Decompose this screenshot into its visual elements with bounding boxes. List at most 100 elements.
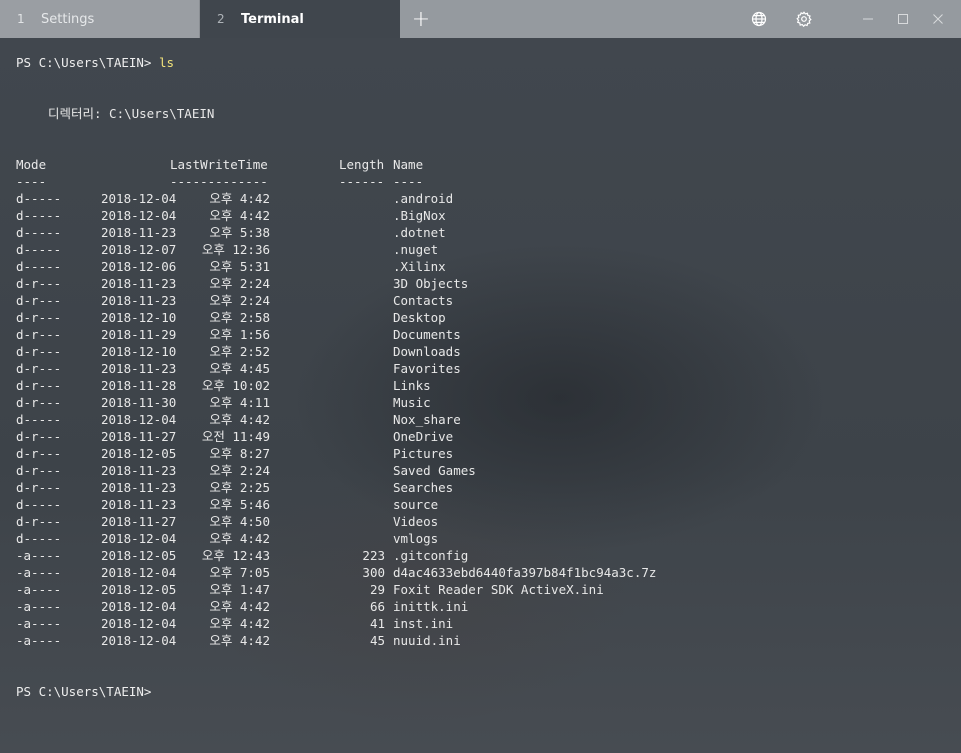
cell-date: 2018-11-29 bbox=[101, 327, 177, 342]
cell-length: 66 bbox=[369, 599, 385, 614]
cell-name: d4ac4633ebd6440fa397b84f1bc94a3c.7z bbox=[393, 565, 657, 580]
separator-mode: ---- bbox=[16, 174, 47, 189]
listing-row: d----- 2018-12-04 오후 4:42 .android bbox=[0, 190, 961, 207]
cell-time: 오후 4:42 bbox=[209, 531, 270, 546]
cell-mode: d-r--- bbox=[16, 327, 62, 342]
listing-row: d-r--- 2018-11-23 오후 2:24 Saved Games bbox=[0, 462, 961, 479]
cell-name: Saved Games bbox=[393, 463, 476, 478]
cell-name: Videos bbox=[393, 514, 439, 529]
prompt-line-2: PS C:\Users\TAEIN> bbox=[16, 683, 151, 700]
new-tab-button[interactable]: + bbox=[400, 0, 442, 38]
cell-name: .gitconfig bbox=[393, 548, 469, 563]
cell-mode: -a---- bbox=[16, 548, 62, 563]
cell-time: 오후 4:50 bbox=[209, 514, 270, 529]
cell-date: 2018-12-10 bbox=[101, 344, 177, 359]
directory-label: 디렉터리: C:\Users\TAEIN bbox=[48, 106, 215, 121]
listing-row: -a---- 2018-12-05 오후 12:43 223 .gitconfig bbox=[0, 547, 961, 564]
cell-time: 오후 7:05 bbox=[209, 565, 270, 580]
cell-name: OneDrive bbox=[393, 429, 454, 444]
cell-date: 2018-12-04 bbox=[101, 633, 177, 648]
cell-date: 2018-12-04 bbox=[101, 565, 177, 580]
prompt-line: PS C:\Users\TAEIN> ls bbox=[16, 54, 174, 71]
listing-row: -a---- 2018-12-04 오후 4:42 41 inst.ini bbox=[0, 615, 961, 632]
titlebar-drag-area[interactable] bbox=[442, 0, 736, 38]
cell-mode: -a---- bbox=[16, 565, 62, 580]
cell-mode: d----- bbox=[16, 259, 62, 274]
listing-row: d-r--- 2018-11-28 오후 10:02 Links bbox=[0, 377, 961, 394]
separator-name: ---- bbox=[393, 174, 424, 189]
cell-date: 2018-12-04 bbox=[101, 599, 177, 614]
tab-label: Settings bbox=[41, 11, 95, 27]
minimize-icon[interactable] bbox=[850, 0, 885, 38]
cell-date: 2018-12-05 bbox=[101, 446, 177, 461]
cell-name: inst.ini bbox=[393, 616, 454, 631]
listing-row: -a---- 2018-12-05 오후 1:47 29 Foxit Reader SD… bbox=[0, 581, 961, 598]
cell-time: 오후 2:58 bbox=[209, 310, 270, 325]
cell-mode: d-r--- bbox=[16, 429, 62, 444]
tab-settings[interactable]: 1 Settings bbox=[0, 0, 200, 38]
cell-date: 2018-11-23 bbox=[101, 463, 177, 478]
cell-name: Foxit Reader SDK ActiveX.ini bbox=[393, 582, 604, 597]
listing-row: -a---- 2018-12-04 오후 4:42 66 inittk.ini bbox=[0, 598, 961, 615]
listing-row: d-r--- 2018-11-27 오전 11:49 OneDrive bbox=[0, 428, 961, 445]
cell-name: .BigNox bbox=[393, 208, 446, 223]
cell-time: 오후 10:02 bbox=[201, 378, 270, 393]
cell-mode: d-r--- bbox=[16, 310, 62, 325]
cell-time: 오후 2:52 bbox=[209, 344, 270, 359]
listing-row: d-r--- 2018-11-23 오후 2:25 Searches bbox=[0, 479, 961, 496]
maximize-icon[interactable] bbox=[885, 0, 920, 38]
terminal-output[interactable]: PS C:\Users\TAEIN> ls 디렉터리: C:\Users\TAE… bbox=[0, 38, 961, 753]
separator-lastwritetime: ------------- bbox=[170, 174, 268, 189]
cell-mode: d----- bbox=[16, 242, 62, 257]
cell-mode: d-r--- bbox=[16, 514, 62, 529]
cell-mode: d-r--- bbox=[16, 293, 62, 308]
cell-mode: d----- bbox=[16, 225, 62, 240]
cell-mode: d-r--- bbox=[16, 344, 62, 359]
cell-time: 오후 4:42 bbox=[209, 191, 270, 206]
cell-time: 오후 1:47 bbox=[209, 582, 270, 597]
listing-row: d-r--- 2018-11-27 오후 4:50 Videos bbox=[0, 513, 961, 530]
cell-time: 오후 5:31 bbox=[209, 259, 270, 274]
cell-date: 2018-11-28 bbox=[101, 378, 177, 393]
close-icon[interactable] bbox=[920, 0, 955, 38]
cell-name: Documents bbox=[393, 327, 461, 342]
cell-name: Favorites bbox=[393, 361, 461, 376]
tab-number: 1 bbox=[17, 12, 25, 26]
tab-terminal[interactable]: 2 Terminal bbox=[200, 0, 400, 38]
tab-label: Terminal bbox=[241, 11, 304, 27]
cell-name: inittk.ini bbox=[393, 599, 469, 614]
tab-number: 2 bbox=[217, 12, 225, 26]
cell-date: 2018-11-27 bbox=[101, 429, 177, 444]
cell-date: 2018-12-04 bbox=[101, 191, 177, 206]
cell-time: 오후 2:24 bbox=[209, 463, 270, 478]
cell-name: Pictures bbox=[393, 446, 454, 461]
cell-name: .android bbox=[393, 191, 454, 206]
cell-date: 2018-11-27 bbox=[101, 514, 177, 529]
separator-length: ------ bbox=[339, 174, 385, 189]
command: ls bbox=[151, 55, 175, 70]
cell-name: .nuget bbox=[393, 242, 439, 257]
cell-mode: d-r--- bbox=[16, 361, 62, 376]
listing-row: d-r--- 2018-11-23 오후 2:24 3D Objects bbox=[0, 275, 961, 292]
listing-row: d-r--- 2018-11-23 오후 2:24 Contacts bbox=[0, 292, 961, 309]
globe-icon[interactable] bbox=[736, 0, 781, 38]
cell-name: Contacts bbox=[393, 293, 454, 308]
gear-icon[interactable] bbox=[781, 0, 826, 38]
cell-name: 3D Objects bbox=[393, 276, 469, 291]
listing-row: d-r--- 2018-11-30 오후 4:11 Music bbox=[0, 394, 961, 411]
cell-mode: -a---- bbox=[16, 633, 62, 648]
cell-mode: d-r--- bbox=[16, 378, 62, 393]
prompt: PS C:\Users\TAEIN> bbox=[16, 684, 152, 699]
cell-time: 오후 2:25 bbox=[209, 480, 270, 495]
listing-row: d----- 2018-12-04 오후 4:42 .BigNox bbox=[0, 207, 961, 224]
listing-row: -a---- 2018-12-04 오후 7:05 300 d4ac4633ebd644… bbox=[0, 564, 961, 581]
cell-mode: d-r--- bbox=[16, 463, 62, 478]
cell-date: 2018-12-10 bbox=[101, 310, 177, 325]
cell-time: 오후 4:42 bbox=[209, 208, 270, 223]
cell-time: 오후 4:42 bbox=[209, 599, 270, 614]
listing-row: d----- 2018-12-06 오후 5:31 .Xilinx bbox=[0, 258, 961, 275]
cell-name: vmlogs bbox=[393, 531, 439, 546]
header-lastwritetime: LastWriteTime bbox=[170, 157, 268, 172]
cell-time: 오전 11:49 bbox=[201, 429, 270, 444]
cell-date: 2018-12-04 bbox=[101, 412, 177, 427]
